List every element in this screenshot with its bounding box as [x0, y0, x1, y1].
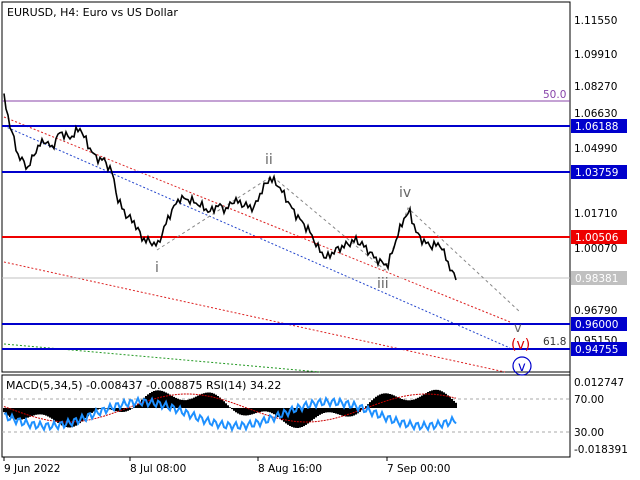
fib-label-618: 61.8 [543, 336, 566, 348]
price-axis: 1.11550 1.09910 1.08270 [574, 15, 617, 61]
indicator-tick: 30.00 [574, 427, 604, 439]
indicator-tick: -0.018391 [574, 444, 628, 456]
wave-label-v-blue: v [518, 360, 526, 375]
price-tick: 1.09910 [574, 49, 617, 61]
symbol-info: EURUSD, H4: Euro vs US Dollar [7, 6, 178, 19]
indicator-label: MACD(5,34,5) -0.008437 -0.008875 RSI(14)… [6, 379, 281, 392]
price-tick: 1.00070 [574, 243, 617, 255]
price-tick: 1.08270 [574, 81, 617, 93]
wave-label-iv: iv [399, 185, 411, 201]
price-tick: 1.06630 [574, 108, 617, 120]
time-label: 8 Aug 16:00 [258, 463, 322, 475]
level-label: 1.03759 [575, 167, 618, 179]
indicator-tick: 70.00 [574, 394, 604, 406]
price-tick: 0.96790 [574, 305, 617, 317]
price-tick: 1.01710 [574, 208, 617, 220]
price-series [3, 93, 457, 281]
level-label: 1.06188 [575, 121, 618, 133]
current-price-label: 0.98381 [575, 273, 618, 285]
price-tick: 1.04990 [574, 143, 617, 155]
main-chart-frame [1, 1, 571, 373]
wave-label-v-red: (v) [511, 337, 530, 353]
level-label: 1.00506 [575, 232, 619, 244]
wave-label-v: v [514, 321, 522, 336]
price-tick: 1.11550 [574, 15, 617, 27]
time-label: 9 Jun 2022 [4, 463, 60, 475]
wave-label-ii: ii [265, 152, 273, 168]
fib-label-50: 50.0 [543, 89, 566, 101]
trend-line-red-upper [3, 116, 511, 323]
wave-label-iii: iii [377, 276, 389, 292]
indicator-tick: 0.012747 [574, 377, 624, 389]
level-label: 0.94755 [575, 344, 618, 356]
time-label: 7 Sep 00:00 [387, 463, 450, 475]
wave-zigzag [156, 175, 521, 313]
wave-label-i: i [155, 260, 159, 276]
chart-canvas[interactable]: EURUSD, H4: Euro vs US Dollar 1.11550 1.… [0, 0, 640, 480]
level-label: 0.96000 [575, 319, 618, 331]
time-label: 8 Jul 08:00 [130, 463, 186, 475]
time-axis: 9 Jun 2022 8 Jul 08:00 8 Aug 16:00 7 Sep… [3, 457, 450, 475]
